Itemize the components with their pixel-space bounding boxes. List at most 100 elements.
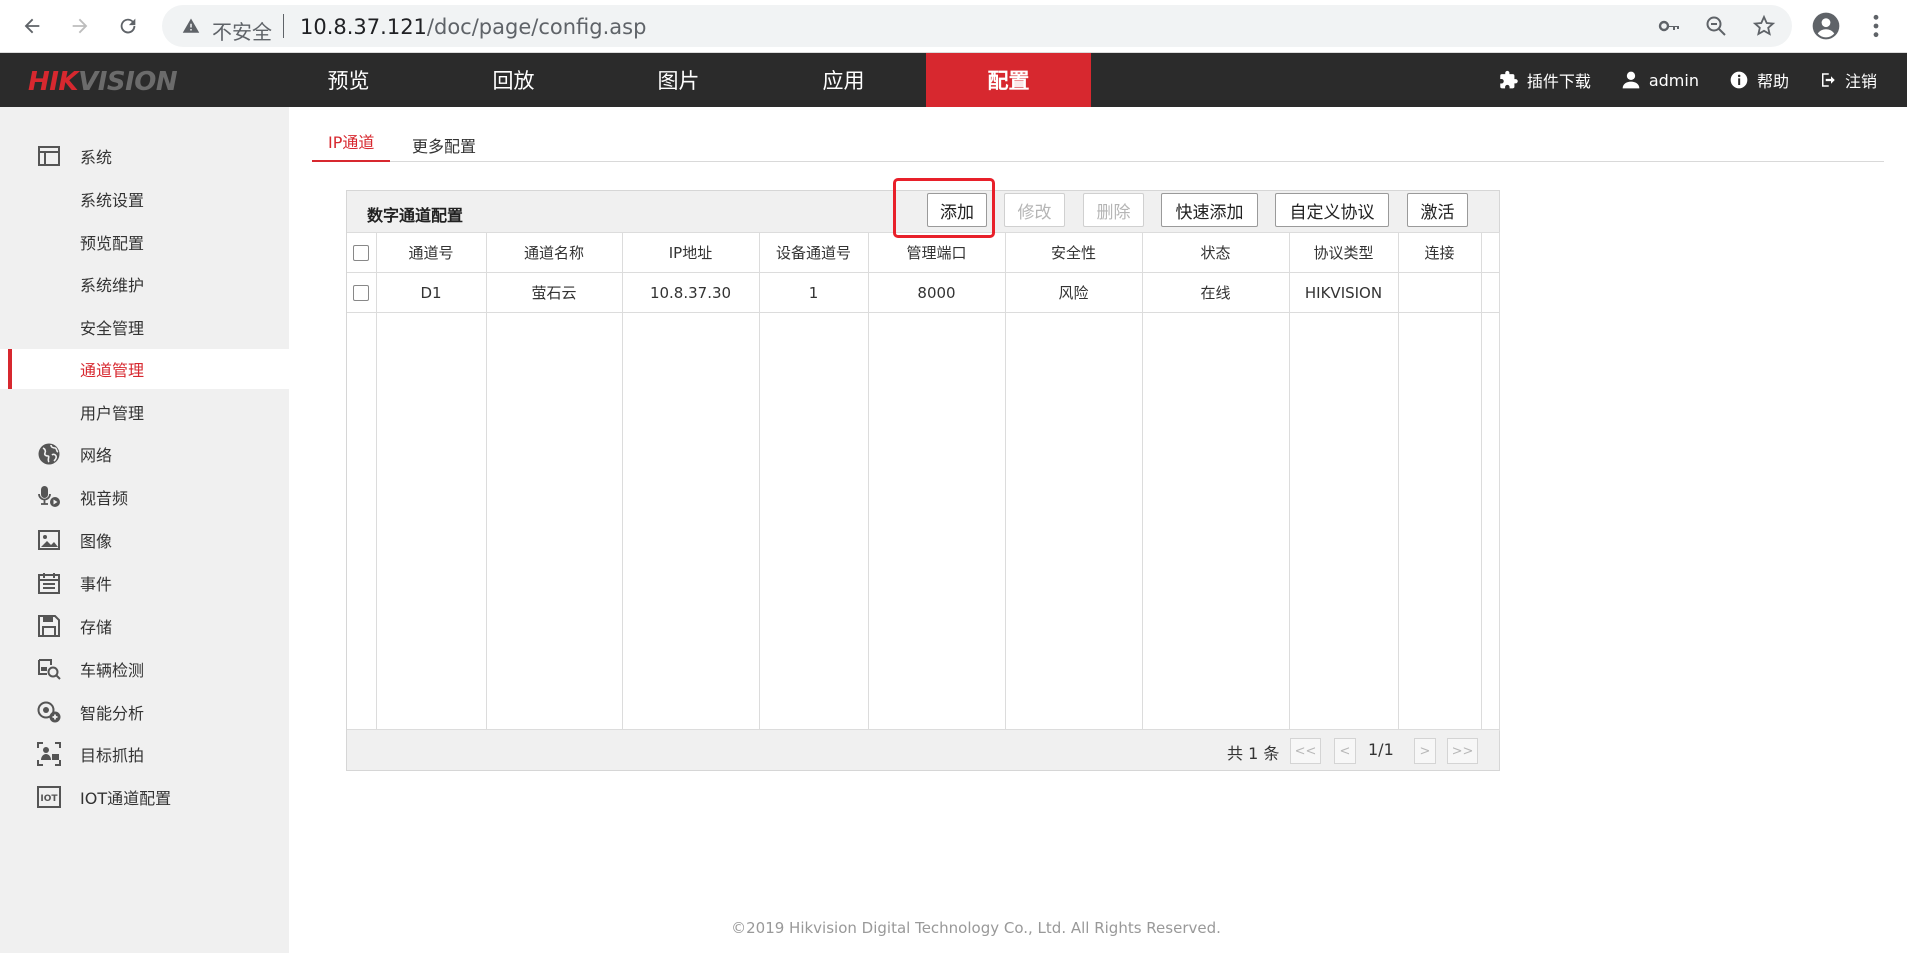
- tab-ip-channel[interactable]: IP通道: [312, 129, 391, 162]
- col-security: 安全性: [1005, 232, 1143, 273]
- address-bar[interactable]: 不安全 10.8.37.121/doc/page/config.asp: [162, 5, 1792, 47]
- star-icon[interactable]: [1752, 14, 1776, 38]
- first-page-button[interactable]: <<: [1290, 738, 1321, 764]
- sidebar-label: 用户管理: [80, 404, 145, 423]
- page-indicator: 1/1: [1368, 740, 1394, 759]
- cell-port: 8000: [868, 272, 1006, 313]
- col-management-port: 管理端口: [868, 232, 1006, 273]
- row-select-cell[interactable]: [347, 272, 377, 313]
- config-tabs: IP通道 更多配置: [312, 107, 1884, 162]
- add-button-highlight: [893, 178, 995, 238]
- url-text[interactable]: 10.8.37.121/doc/page/config.asp: [300, 15, 646, 39]
- user-icon: [1622, 71, 1640, 89]
- nav-preview[interactable]: 预览: [266, 53, 431, 107]
- help-link[interactable]: 帮助: [1729, 68, 1789, 92]
- col-protocol: 协议类型: [1289, 232, 1399, 273]
- sidebar-label-image: 图像: [80, 532, 113, 551]
- sidebar-item-system-settings[interactable]: 系统设置: [0, 179, 289, 219]
- puzzle-icon: [1500, 70, 1518, 89]
- sidebar-item-vehicle-detection[interactable]: 车辆检测: [0, 649, 289, 689]
- next-page-button[interactable]: >: [1414, 738, 1436, 764]
- cell-name: 萤石云: [486, 272, 623, 313]
- zoom-out-icon[interactable]: [1704, 14, 1728, 38]
- sidebar-item-image[interactable]: 图像: [0, 520, 289, 560]
- sidebar-item-event[interactable]: 事件: [0, 563, 289, 603]
- sidebar-label-smart-analysis: 智能分析: [80, 704, 145, 723]
- reload-icon[interactable]: [112, 10, 144, 42]
- forward-arrow-icon[interactable]: [64, 10, 96, 42]
- table-row[interactable]: D1 萤石云 10.8.37.30 1 8000 风险 在线 HIKVISION: [347, 272, 1500, 313]
- cell-protocol: HIKVISION: [1289, 272, 1399, 313]
- select-all-cell[interactable]: [347, 232, 377, 273]
- sidebar-item-target-capture[interactable]: 目标抓拍: [0, 734, 289, 774]
- delete-button[interactable]: 删除: [1083, 193, 1144, 227]
- warning-icon: [182, 18, 200, 33]
- sidebar-label-target-capture: 目标抓拍: [80, 746, 145, 765]
- window-icon: [36, 143, 62, 169]
- nav-application[interactable]: 应用: [761, 53, 926, 107]
- more-vert-icon[interactable]: [1860, 10, 1892, 42]
- address-divider: [283, 14, 284, 38]
- sidebar-item-smart-analysis[interactable]: 智能分析: [0, 692, 289, 732]
- globe-icon: [36, 441, 62, 467]
- nav-configuration[interactable]: 配置: [926, 53, 1091, 107]
- copyright-text: ©2019 Hikvision Digital Technology Co., …: [731, 919, 1221, 937]
- back-arrow-icon[interactable]: [16, 10, 48, 42]
- sidebar-item-system[interactable]: 系统: [0, 136, 289, 176]
- svg-text:IOT: IOT: [40, 794, 58, 804]
- help-label: 帮助: [1756, 72, 1789, 91]
- sidebar-item-video-audio[interactable]: 视音频: [0, 477, 289, 517]
- smart-analysis-icon: [36, 699, 62, 725]
- sidebar: 系统 系统设置 预览配置 系统维护 安全管理 通道管理 用户管理 网络 视音频 …: [0, 107, 289, 953]
- last-page-button[interactable]: >>: [1447, 738, 1478, 764]
- save-disk-icon: [36, 613, 62, 639]
- cell-status: 在线: [1142, 272, 1290, 313]
- sidebar-item-storage[interactable]: 存储: [0, 606, 289, 646]
- sidebar-label: 通道管理: [80, 361, 145, 380]
- sidebar-label: 系统维护: [80, 276, 145, 295]
- sidebar-item-system-maintenance[interactable]: 系统维护: [0, 264, 289, 304]
- record-count: 共 1 条: [1227, 744, 1280, 763]
- url-host: 10.8.37.121: [300, 15, 427, 39]
- logo-part1: HIK: [28, 67, 79, 97]
- col-ip-address: IP地址: [622, 232, 760, 273]
- account-icon[interactable]: [1810, 10, 1842, 42]
- col-scroll-spacer: [1481, 232, 1500, 273]
- sidebar-item-channel-management[interactable]: 通道管理: [0, 349, 289, 389]
- pagination-bar: 共 1 条 << < 1/1 > >>: [347, 729, 1499, 770]
- nav-playback[interactable]: 回放: [431, 53, 596, 107]
- key-icon[interactable]: [1657, 14, 1681, 38]
- tab-more-config[interactable]: 更多配置: [396, 133, 492, 166]
- cell-spacer: [1481, 272, 1500, 313]
- nav-picture[interactable]: 图片: [596, 53, 761, 107]
- cell-security: 风险: [1005, 272, 1143, 313]
- top-navigation: 预览 回放 图片 应用 配置: [266, 53, 1091, 107]
- sidebar-label-video-audio: 视音频: [80, 489, 129, 508]
- plugin-download-link[interactable]: 插件下载: [1499, 68, 1591, 92]
- iot-icon: IOT: [36, 784, 62, 810]
- sidebar-item-security[interactable]: 安全管理: [0, 307, 289, 347]
- cell-device-channel: 1: [759, 272, 869, 313]
- quick-add-button[interactable]: 快速添加: [1161, 193, 1258, 227]
- sidebar-label-event: 事件: [80, 575, 113, 594]
- select-all-checkbox[interactable]: [353, 245, 370, 261]
- sidebar-label-vehicle-detection: 车辆检测: [80, 661, 145, 680]
- modify-button[interactable]: 修改: [1004, 193, 1065, 227]
- sidebar-item-preview-config[interactable]: 预览配置: [0, 222, 289, 262]
- activate-button[interactable]: 激活: [1407, 193, 1468, 227]
- sidebar-item-network[interactable]: 网络: [0, 434, 289, 474]
- sidebar-label-system: 系统: [80, 148, 113, 167]
- plugin-download-label: 插件下载: [1526, 72, 1591, 91]
- info-icon: [1730, 71, 1748, 89]
- row-checkbox[interactable]: [353, 285, 370, 301]
- logout-link[interactable]: 注销: [1819, 68, 1877, 92]
- prev-page-button[interactable]: <: [1334, 738, 1356, 764]
- user-menu[interactable]: admin: [1621, 70, 1699, 90]
- user-label: admin: [1648, 70, 1699, 90]
- custom-protocol-button[interactable]: 自定义协议: [1275, 193, 1389, 227]
- video-audio-icon: [36, 484, 62, 510]
- col-connection: 连接: [1398, 232, 1482, 273]
- sidebar-item-user-management[interactable]: 用户管理: [0, 392, 289, 432]
- sidebar-item-iot-channel[interactable]: IOT IOT通道配置: [0, 777, 289, 817]
- sidebar-label-storage: 存储: [80, 618, 113, 637]
